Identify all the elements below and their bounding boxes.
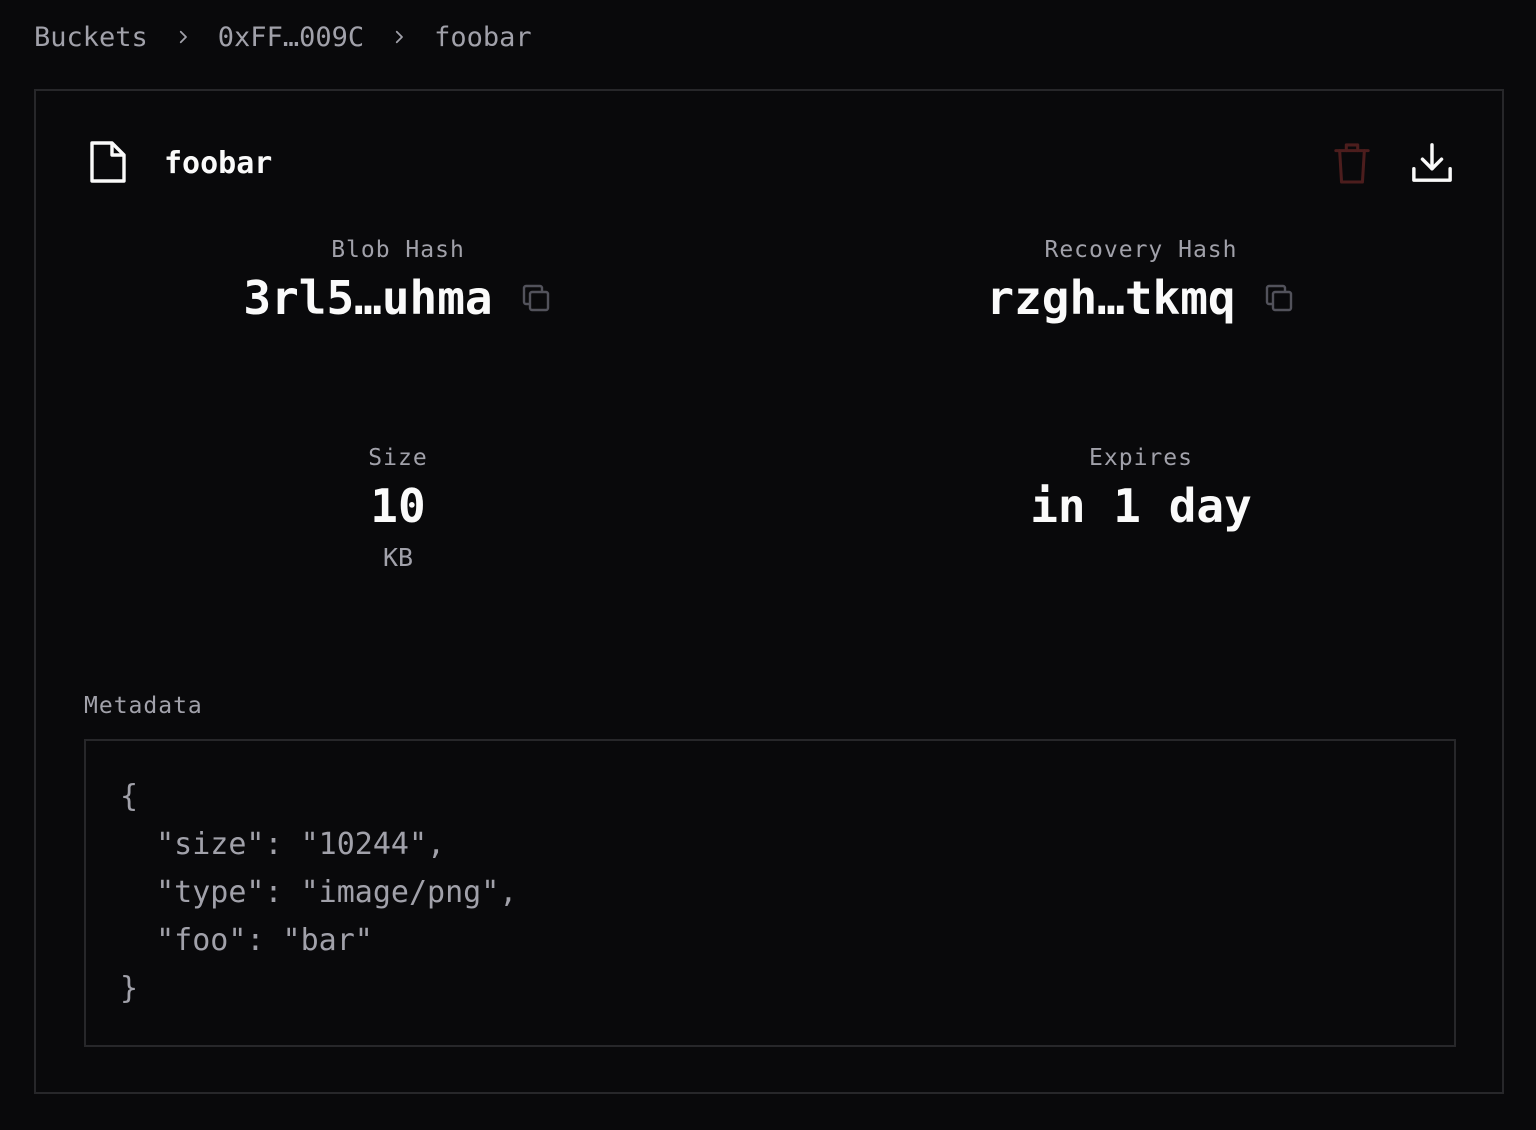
object-header: foobar: [88, 139, 272, 187]
file-icon: [88, 139, 132, 187]
size-value: 10: [370, 479, 426, 533]
copy-icon: [520, 282, 552, 314]
expires-value: in 1 day: [1030, 479, 1252, 533]
metadata-label: Metadata: [84, 693, 203, 719]
breadcrumb-buckets[interactable]: Buckets: [34, 22, 148, 53]
trash-icon: [1333, 141, 1371, 185]
copy-blob-hash-button[interactable]: [519, 281, 553, 315]
blob-hash-stat: Blob Hash 3rl5…uhma: [98, 237, 698, 329]
delete-button[interactable]: [1326, 137, 1378, 189]
chevron-right-icon: [148, 28, 218, 46]
recovery-hash-label: Recovery Hash: [1044, 237, 1238, 263]
size-stat: Size 10 KB: [98, 445, 698, 572]
download-icon: [1411, 142, 1453, 184]
object-name: foobar: [164, 145, 273, 181]
metadata-line: "type": "image/png",: [120, 875, 518, 910]
blob-hash-label: Blob Hash: [331, 237, 465, 263]
download-button[interactable]: [1406, 137, 1458, 189]
size-label: Size: [368, 445, 428, 471]
expires-stat: Expires in 1 day: [841, 445, 1441, 537]
metadata-line: "size": "10244",: [120, 827, 446, 862]
recovery-hash-stat: Recovery Hash rzgh…tkmq: [841, 237, 1441, 329]
copy-icon: [1263, 282, 1295, 314]
blob-hash-value: 3rl5…uhma: [243, 271, 493, 325]
metadata-line: }: [120, 971, 139, 1006]
metadata-line: {: [120, 779, 139, 814]
metadata-line: "foo": "bar": [120, 923, 373, 958]
breadcrumb-current-object: foobar: [434, 21, 532, 53]
breadcrumb-bucket-address[interactable]: 0xFF…009C: [218, 22, 364, 53]
metadata-json-box: { "size": "10244", "type": "image/png", …: [84, 739, 1456, 1047]
breadcrumb: Buckets 0xFF…009C foobar: [34, 18, 532, 56]
expires-label: Expires: [1089, 445, 1193, 471]
chevron-right-icon: [364, 28, 434, 46]
copy-recovery-hash-button[interactable]: [1262, 281, 1296, 315]
object-detail-card: foobar Blob Hash 3rl5…uhma Recovery Hash…: [34, 89, 1504, 1094]
size-unit: KB: [382, 543, 414, 572]
recovery-hash-value: rzgh…tkmq: [986, 271, 1236, 325]
